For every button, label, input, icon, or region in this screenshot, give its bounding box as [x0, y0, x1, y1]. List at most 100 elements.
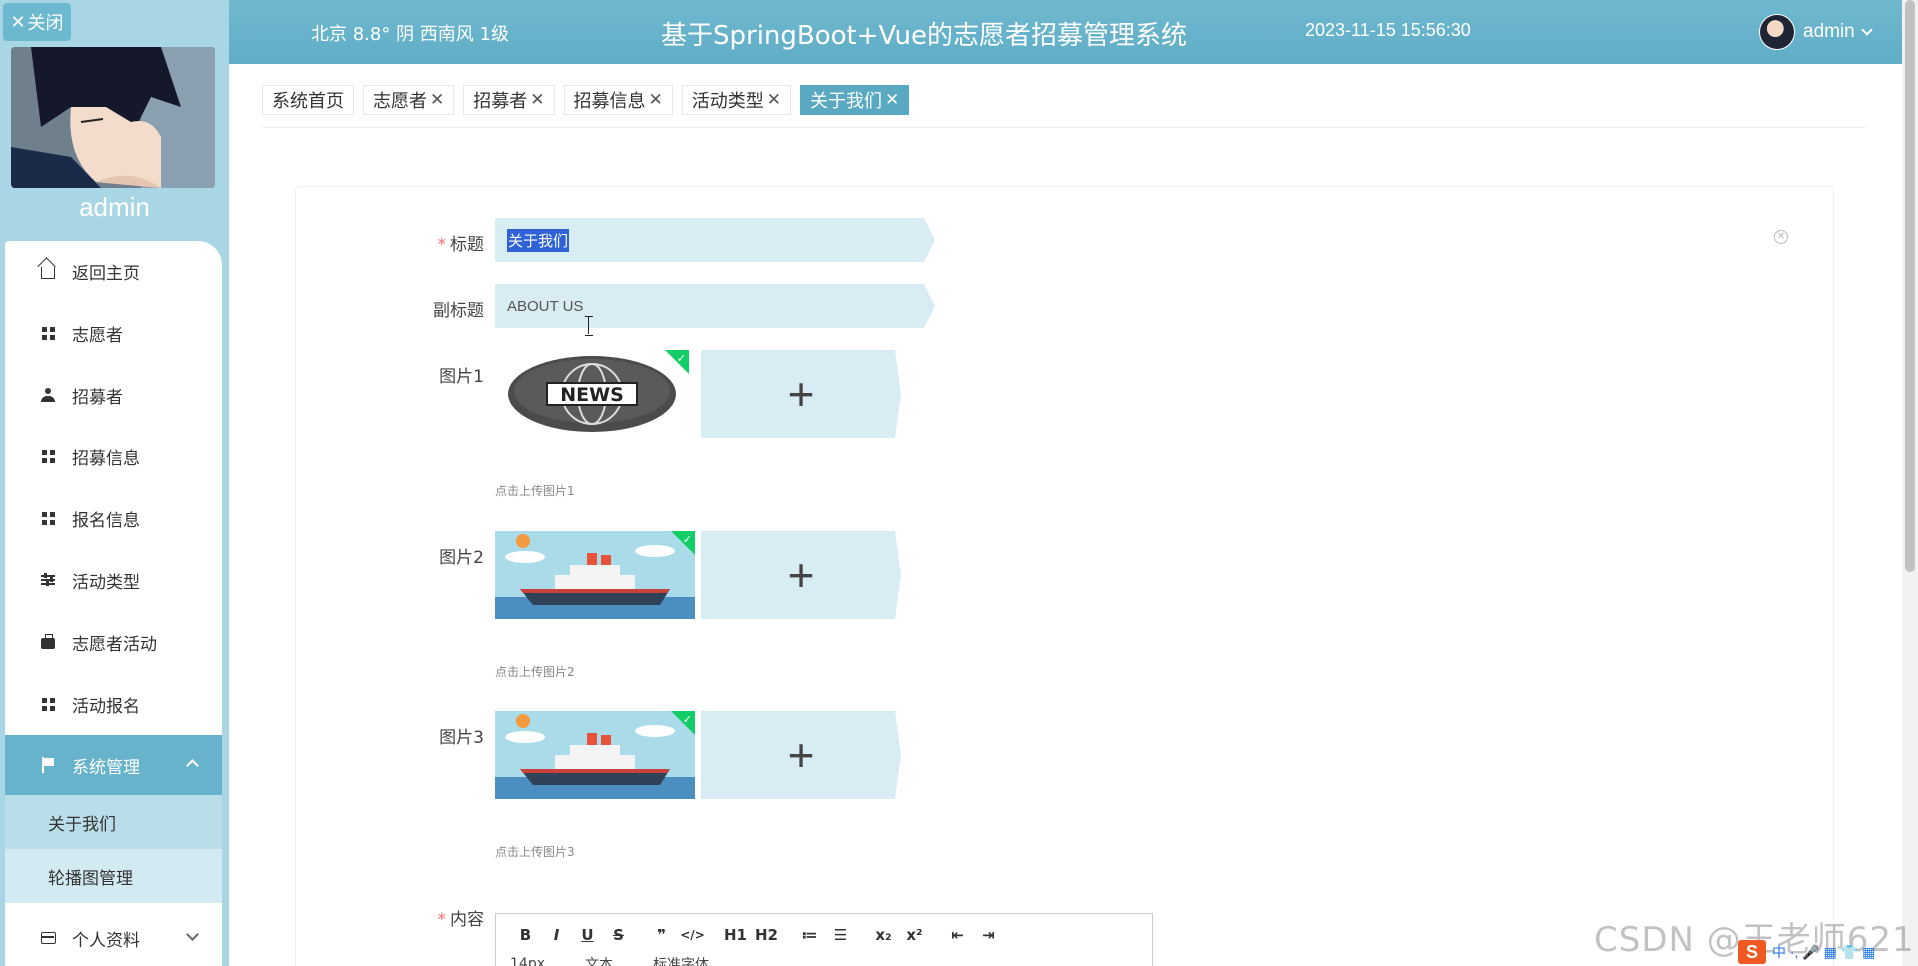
card-icon [40, 930, 56, 946]
close-icon[interactable]: ✕ [530, 90, 544, 110]
system-title: 基于SpringBoot+Vue的志愿者招募管理系统 [661, 21, 1188, 51]
plus-icon: + [787, 368, 815, 420]
menu-label: 招募信息 [72, 448, 140, 469]
bold-button[interactable]: B [510, 926, 541, 944]
font-family-select[interactable]: 标准字体 [653, 954, 709, 966]
pic3-label: 图片3 [439, 728, 484, 748]
pic2-label: 图片2 [439, 548, 484, 568]
scrollbar-thumb[interactable] [1905, 0, 1915, 572]
strike-button[interactable]: S [603, 926, 634, 944]
menu-label: 志愿者活动 [72, 634, 157, 655]
superscript-button[interactable]: x² [899, 926, 930, 944]
menu-label: 系统管理 [72, 757, 140, 778]
briefcase-icon [40, 634, 56, 650]
italic-button[interactable]: I [541, 926, 572, 944]
code-button[interactable]: </> [677, 928, 708, 942]
pic1-upload-tip: 点击上传图片1 [495, 484, 575, 498]
subtitle-input-value: ABOUT US [507, 297, 584, 315]
menu-item-home[interactable]: 返回主页 [5, 241, 222, 301]
ordered-list-button[interactable]: ≔ [794, 926, 825, 944]
rich-text-editor[interactable]: B I U S ❞ </> H1 H2 ≔ ☰ x₂ x² ⇤ ⇥ 14px 文… [495, 913, 1153, 966]
side-menu: 返回主页 志愿者 招募者 招募信息 报名信息 活动类型 志愿者活动 活动报名 系… [5, 241, 222, 966]
flag-icon [40, 757, 56, 773]
subscript-button[interactable]: x₂ [868, 926, 899, 944]
check-icon: ✓ [676, 353, 686, 365]
indent-button[interactable]: ⇥ [973, 926, 1004, 944]
top-header: 北京 8.8° 阴 西南风 1级 基于SpringBoot+Vue的志愿者招募管… [229, 0, 1902, 64]
news-globe-image: NEWS [495, 350, 689, 438]
text-cursor-icon [585, 316, 593, 336]
menu-item-profile[interactable]: 个人资料 [5, 908, 222, 966]
close-label: 关闭 [27, 13, 64, 34]
pic1-label: 图片1 [439, 367, 484, 387]
tabs-divider [262, 127, 1866, 128]
submenu-item-about-us[interactable]: 关于我们 [5, 795, 222, 849]
username: admin [1803, 21, 1855, 42]
editor-toolbar-row-1: B I U S ❞ </> H1 H2 ≔ ☰ x₂ x² ⇤ ⇥ [510, 926, 1004, 944]
tab-home[interactable]: 系统首页 [262, 85, 354, 115]
close-icon[interactable]: ✕ [649, 90, 663, 110]
menu-item-activity-type[interactable]: 活动类型 [5, 550, 222, 610]
font-size-select[interactable]: 14px [510, 956, 545, 966]
app-root: ✕ 关闭 admin 返回主页 志愿者 招募者 招募信息 报名信息 活动类型 志… [0, 0, 1918, 966]
sidebar: ✕ 关闭 admin 返回主页 志愿者 招募者 招募信息 报名信息 活动类型 志… [0, 0, 229, 966]
check-icon: ✓ [682, 714, 692, 726]
close-icon[interactable]: ✕ [430, 90, 444, 110]
tab-label: 志愿者 [373, 91, 427, 112]
anime-avatar-image [11, 47, 215, 188]
submenu-item-carousel[interactable]: 轮播图管理 [5, 849, 222, 903]
h2-button[interactable]: H2 [751, 926, 782, 944]
title-input[interactable]: 关于我们 [495, 218, 935, 262]
tab-label: 招募信息 [573, 91, 646, 112]
grid-icon [40, 696, 56, 712]
submenu-label: 关于我们 [48, 814, 116, 835]
plus-icon: + [787, 549, 815, 601]
tab-label: 系统首页 [272, 91, 344, 112]
pic1-upload-button[interactable]: + [701, 350, 901, 438]
tab-activity-type[interactable]: 活动类型 ✕ [681, 85, 791, 115]
heading-select[interactable]: 文本 [585, 954, 613, 966]
tab-recruiter[interactable]: 招募者 ✕ [463, 85, 555, 115]
tab-about-us[interactable]: 关于我们 ✕ [800, 85, 910, 115]
tab-label: 关于我们 [810, 91, 882, 112]
h1-button[interactable]: H1 [720, 926, 751, 944]
title-label: * 标题 [437, 235, 485, 255]
quote-button[interactable]: ❞ [646, 926, 677, 944]
clear-icon[interactable]: ✕ [1774, 230, 1788, 244]
menu-item-volunteer-activity[interactable]: 志愿者活动 [5, 612, 222, 672]
bullet-list-button[interactable]: ☰ [825, 926, 856, 944]
tab-label: 活动类型 [691, 91, 764, 112]
menu-item-system-management[interactable]: 系统管理 [5, 735, 222, 795]
tab-volunteer[interactable]: 志愿者 ✕ [363, 85, 455, 115]
pic2-upload-button[interactable]: + [701, 531, 901, 619]
tab-label: 招募者 [473, 91, 528, 112]
current-datetime: 2023-11-15 15:56:30 [1305, 20, 1471, 40]
menu-item-volunteer[interactable]: 志愿者 [5, 303, 222, 363]
close-icon[interactable]: ✕ [767, 90, 781, 110]
tab-recruit-info[interactable]: 招募信息 ✕ [563, 85, 673, 115]
pic2-thumbnail[interactable]: ✓ [495, 531, 695, 619]
grid-icon [40, 448, 56, 464]
ime-tray: S 中 ·, 🎤 ▦ 👕 ▦ [1738, 940, 1875, 964]
outdent-button[interactable]: ⇤ [942, 926, 973, 944]
menu-label: 返回主页 [72, 263, 140, 284]
pic1-thumbnail[interactable]: NEWS ✓ [495, 350, 689, 438]
subtitle-input[interactable]: ABOUT US [495, 284, 935, 328]
menu-item-recruiter[interactable]: 招募者 [5, 365, 222, 425]
ime-status-icon: 中 ·, 🎤 ▦ 👕 ▦ [1772, 944, 1876, 960]
close-icon[interactable]: ✕ [885, 90, 899, 110]
menu-label: 个人资料 [72, 930, 140, 951]
menu-item-recruit-info[interactable]: 招募信息 [5, 426, 222, 486]
menu-item-activity-signup[interactable]: 活动报名 [5, 674, 222, 734]
pic3-thumbnail[interactable]: ✓ [495, 711, 695, 799]
user-dropdown[interactable]: admin [1759, 14, 1873, 50]
tabs-bar: 系统首页 志愿者 ✕ 招募者 ✕ 招募信息 ✕ 活动类型 ✕ 关于我们 ✕ [262, 85, 910, 115]
pic3-upload-button[interactable]: + [701, 711, 901, 799]
menu-item-signup-info[interactable]: 报名信息 [5, 488, 222, 548]
weather-info: 北京 8.8° 阴 西南风 1级 [311, 24, 509, 45]
underline-button[interactable]: U [572, 926, 603, 944]
close-sidebar-button[interactable]: ✕ 关闭 [3, 3, 71, 41]
news-logo-text: NEWS [560, 384, 624, 406]
home-icon [40, 263, 56, 279]
page-scrollbar[interactable] [1902, 0, 1918, 966]
